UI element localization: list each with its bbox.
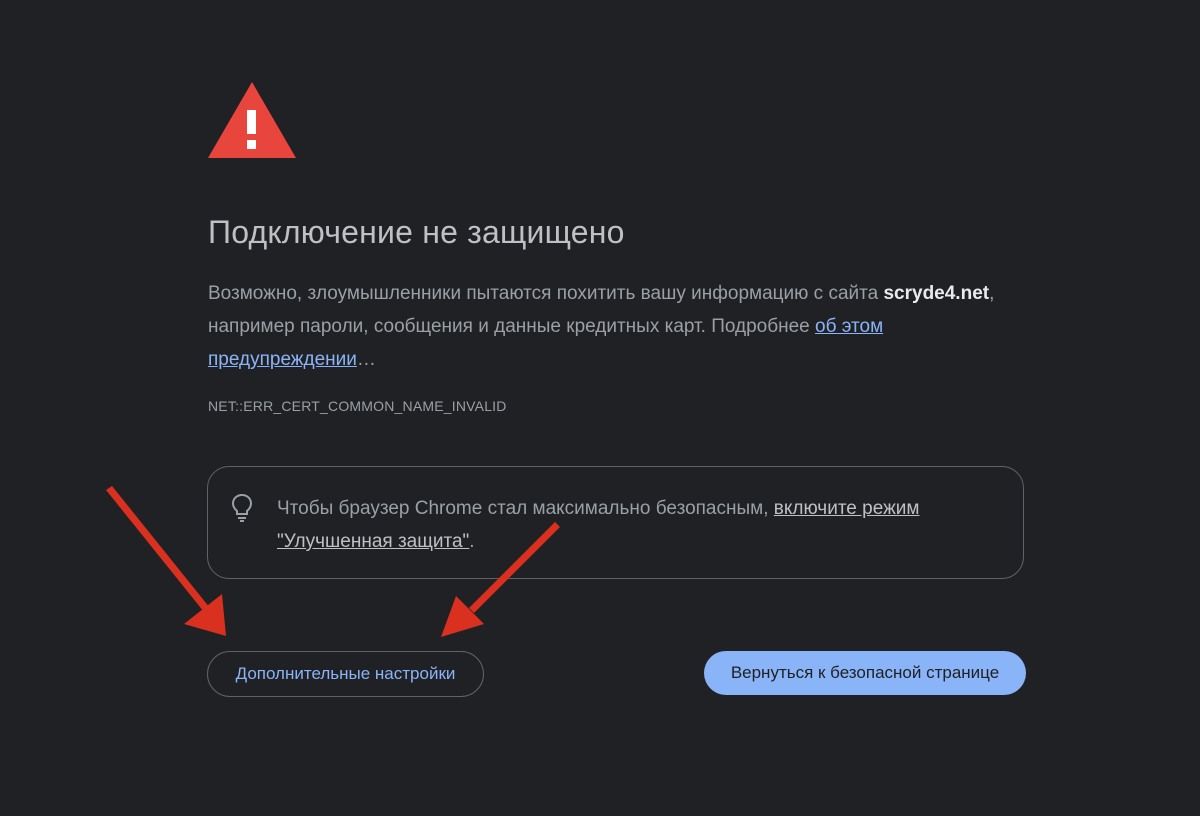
lightbulb-icon: [231, 493, 253, 522]
interstitial-page: Подключение не защищено Возможно, злоумы…: [0, 0, 1200, 816]
tip-text-before: Чтобы браузер Chrome стал максимально бе…: [277, 498, 774, 519]
site-domain: scryde4.net: [883, 283, 990, 304]
warning-triangle-icon: [208, 82, 296, 158]
message-ellipsis: …: [356, 349, 376, 370]
page-title: Подключение не защищено: [208, 214, 625, 250]
red-annotation-arrows: [106, 486, 560, 637]
enhanced-protection-tip: Чтобы браузер Chrome стал максимально бе…: [207, 466, 1024, 579]
advanced-settings-button[interactable]: Дополнительные настройки: [207, 651, 484, 697]
error-code: NET::ERR_CERT_COMMON_NAME_INVALID: [208, 398, 507, 414]
back-to-safety-button[interactable]: Вернуться к безопасной странице: [704, 651, 1026, 695]
message-text-part1: Возможно, злоумышленники пытаются похити…: [208, 283, 884, 304]
tip-text-after: .: [469, 531, 475, 552]
warning-message: Возможно, злоумышленники пытаются похити…: [208, 277, 1028, 376]
tip-text: Чтобы браузер Chrome стал максимально бе…: [277, 492, 997, 558]
